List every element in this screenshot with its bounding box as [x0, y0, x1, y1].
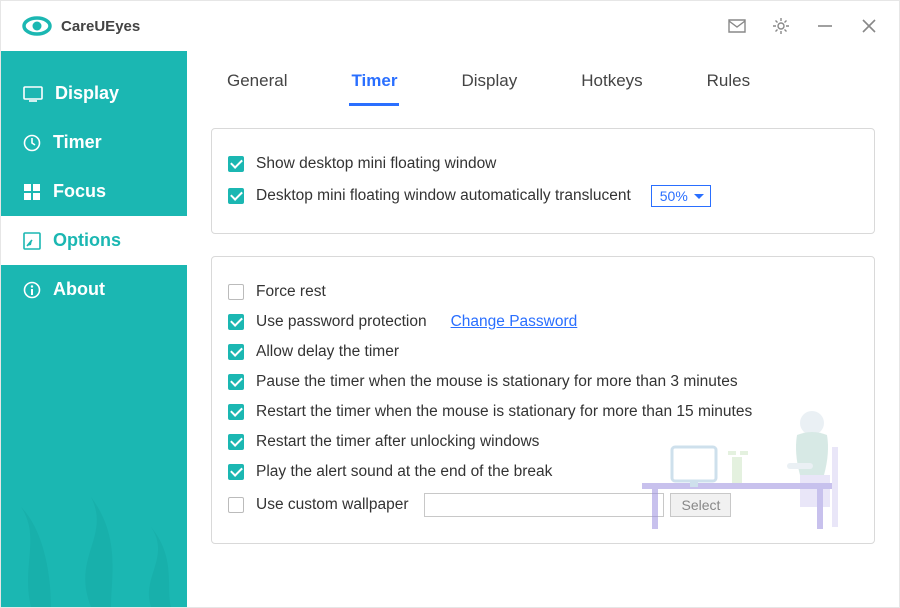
- tab-rules[interactable]: Rules: [705, 65, 752, 106]
- sidebar-item-display[interactable]: Display: [1, 69, 187, 118]
- display-icon: [23, 86, 43, 102]
- custom-wallpaper-label: Use custom wallpaper: [256, 496, 408, 514]
- sidebar-item-label: About: [53, 279, 105, 300]
- translucent-percent-select[interactable]: 50%: [651, 185, 711, 207]
- sidebar-item-label: Display: [55, 83, 119, 104]
- custom-wallpaper-checkbox[interactable]: [228, 497, 244, 513]
- restart-mouse-label: Restart the timer when the mouse is stat…: [256, 403, 752, 421]
- change-password-link[interactable]: Change Password: [451, 313, 578, 331]
- tab-hotkeys[interactable]: Hotkeys: [579, 65, 644, 106]
- tab-timer[interactable]: Timer: [349, 65, 399, 106]
- minimize-icon[interactable]: [815, 16, 835, 36]
- settings-gear-icon[interactable]: [771, 16, 791, 36]
- clock-icon: [23, 134, 41, 152]
- show-mini-checkbox[interactable]: [228, 156, 244, 172]
- sidebar-item-focus[interactable]: Focus: [1, 167, 187, 216]
- sidebar-item-timer[interactable]: Timer: [1, 118, 187, 167]
- force-rest-label: Force rest: [256, 283, 326, 301]
- allow-delay-checkbox[interactable]: [228, 344, 244, 360]
- info-icon: [23, 281, 41, 299]
- feedback-icon[interactable]: [727, 16, 747, 36]
- sidebar-item-about[interactable]: About: [1, 265, 187, 314]
- restart-unlock-label: Restart the timer after unlocking window…: [256, 433, 539, 451]
- auto-translucent-checkbox[interactable]: [228, 188, 244, 204]
- sidebar-item-label: Timer: [53, 132, 102, 153]
- restart-mouse-checkbox[interactable]: [228, 404, 244, 420]
- main-content: General Timer Display Hotkeys Rules Show…: [187, 51, 899, 607]
- wallpaper-path-input[interactable]: [424, 493, 664, 517]
- close-icon[interactable]: [859, 16, 879, 36]
- app-title: CareUEyes: [61, 18, 140, 35]
- password-protect-label: Use password protection: [256, 313, 427, 331]
- tabs: General Timer Display Hotkeys Rules: [211, 65, 875, 106]
- force-rest-checkbox[interactable]: [228, 284, 244, 300]
- password-protect-checkbox[interactable]: [228, 314, 244, 330]
- auto-translucent-label: Desktop mini floating window automatical…: [256, 187, 631, 205]
- sidebar-leaves-icon: [1, 447, 187, 607]
- options-icon: [23, 232, 41, 250]
- panel-floating-window: Show desktop mini floating window Deskto…: [211, 128, 875, 234]
- play-alert-checkbox[interactable]: [228, 464, 244, 480]
- sidebar: Display Timer Focus Options About: [1, 51, 187, 607]
- app-logo-icon: [21, 14, 53, 38]
- tab-display[interactable]: Display: [459, 65, 519, 106]
- titlebar: CareUEyes: [1, 1, 899, 51]
- sidebar-item-options[interactable]: Options: [1, 216, 187, 265]
- focus-icon: [23, 183, 41, 201]
- play-alert-label: Play the alert sound at the end of the b…: [256, 463, 552, 481]
- wallpaper-select-button[interactable]: Select: [670, 493, 731, 517]
- sidebar-item-label: Focus: [53, 181, 106, 202]
- show-mini-label: Show desktop mini floating window: [256, 155, 496, 173]
- restart-unlock-checkbox[interactable]: [228, 434, 244, 450]
- panel-timer-options: Force rest Use password protection Chang…: [211, 256, 875, 544]
- sidebar-item-label: Options: [53, 230, 121, 251]
- allow-delay-label: Allow delay the timer: [256, 343, 399, 361]
- pause-mouse-checkbox[interactable]: [228, 374, 244, 390]
- tab-general[interactable]: General: [225, 65, 289, 106]
- pause-mouse-label: Pause the timer when the mouse is statio…: [256, 373, 738, 391]
